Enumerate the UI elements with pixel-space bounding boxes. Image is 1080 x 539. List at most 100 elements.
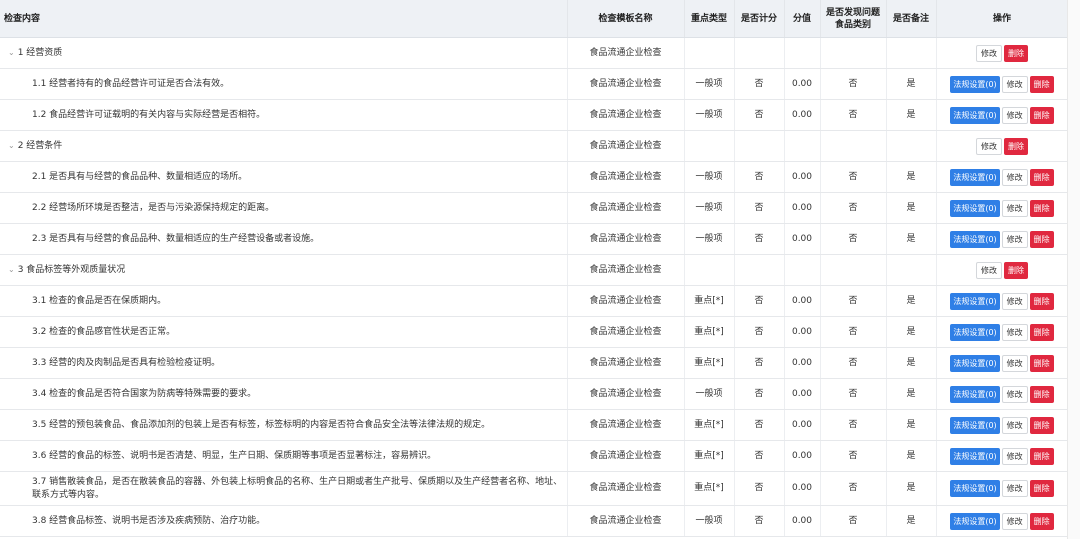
delete-button[interactable]: 删除 xyxy=(1029,199,1054,217)
edit-button[interactable]: 修改 xyxy=(1001,199,1028,217)
found-cell: 否 xyxy=(820,99,887,131)
delete-button[interactable]: 删除 xyxy=(1029,447,1054,465)
content-text: 3 食品标签等外观质量状况 xyxy=(17,265,126,275)
found-cell: 否 xyxy=(820,285,887,317)
content-text: 3.5 经营的预包装食品、食品添加剂的包装上是否有标签，标签标明的内容是否符合食… xyxy=(32,419,491,430)
law-settings-button[interactable]: 法规设置(0) xyxy=(950,106,1000,124)
group-row: ⌄ 3 食品标签等外观质量状况 食品流通企业检查 修改 删除 xyxy=(0,254,1069,286)
chevron-down-icon[interactable]: ⌄ xyxy=(8,139,15,152)
content-cell: 3.8 经营食品标签、说明书是否涉及疾病预防、治疗功能。 xyxy=(0,505,568,537)
delete-button[interactable]: 删除 xyxy=(1029,75,1054,93)
content-text: 3.8 经营食品标签、说明书是否涉及疾病预防、治疗功能。 xyxy=(32,515,266,526)
delete-button[interactable]: 删除 xyxy=(1029,168,1054,186)
law-settings-button[interactable]: 法规设置(0) xyxy=(950,512,1000,530)
content-cell: 2.3 是否具有与经营的食品品种、数量相适应的生产经营设备或者设施。 xyxy=(0,223,568,255)
content-text: 3.1 检查的食品是否在保质期内。 xyxy=(32,295,167,306)
delete-button[interactable]: 删除 xyxy=(1029,480,1054,497)
type-cell: 重点[*] xyxy=(684,440,735,472)
value-cell xyxy=(784,37,821,69)
law-settings-button[interactable]: 法规设置(0) xyxy=(950,480,1000,497)
content-text: 3.6 经营的食品的标签、说明书是否清楚、明显，生产日期、保质期等事项是否显著标… xyxy=(32,450,437,461)
edit-button[interactable]: 修改 xyxy=(1001,292,1028,310)
delete-button[interactable]: 删除 xyxy=(1004,137,1028,155)
edit-button[interactable]: 修改 xyxy=(1001,168,1028,186)
actions-cell: 法规设置(0) 修改 删除 xyxy=(936,409,1069,441)
delete-button[interactable]: 删除 xyxy=(1004,261,1028,279)
delete-button[interactable]: 删除 xyxy=(1029,385,1054,403)
edit-button[interactable]: 修改 xyxy=(976,137,1002,155)
type-cell xyxy=(684,130,735,162)
found-cell: 否 xyxy=(820,378,887,410)
content-cell: 3.2 检查的食品感官性状是否正常。 xyxy=(0,316,568,348)
edit-button[interactable]: 修改 xyxy=(1001,354,1028,372)
found-cell: 否 xyxy=(820,223,887,255)
template-cell: 食品流通企业检查 xyxy=(567,378,685,410)
delete-button[interactable]: 删除 xyxy=(1029,512,1054,530)
law-settings-button[interactable]: 法规设置(0) xyxy=(950,292,1000,310)
scored-cell: 否 xyxy=(734,505,785,537)
actions-cell: 法规设置(0) 修改 删除 xyxy=(936,471,1069,506)
law-settings-button[interactable]: 法规设置(0) xyxy=(950,447,1000,465)
scrollbar[interactable] xyxy=(1067,0,1080,539)
actions-cell: 法规设置(0) 修改 删除 xyxy=(936,440,1069,472)
value-cell: 0.00 xyxy=(784,471,821,506)
table-row: 3.6 经营的食品的标签、说明书是否清楚、明显，生产日期、保质期等事项是否显著标… xyxy=(0,440,1069,472)
value-cell: 0.00 xyxy=(784,161,821,193)
law-settings-button[interactable]: 法规设置(0) xyxy=(950,323,1000,341)
type-cell xyxy=(684,254,735,286)
scored-cell: 否 xyxy=(734,192,785,224)
delete-button[interactable]: 删除 xyxy=(1029,106,1054,124)
type-cell: 一般项 xyxy=(684,99,735,131)
chevron-down-icon[interactable]: ⌄ xyxy=(8,263,15,276)
content-cell: 1.2 食品经营许可证载明的有关内容与实际经营是否相符。 xyxy=(0,99,568,131)
law-settings-button[interactable]: 法规设置(0) xyxy=(950,230,1000,248)
template-cell: 食品流通企业检查 xyxy=(567,505,685,537)
scored-cell: 否 xyxy=(734,316,785,348)
edit-button[interactable]: 修改 xyxy=(1001,323,1028,341)
law-settings-button[interactable]: 法规设置(0) xyxy=(950,75,1000,93)
chevron-down-icon[interactable]: ⌄ xyxy=(8,46,15,59)
template-cell: 食品流通企业检查 xyxy=(567,37,685,69)
value-cell: 0.00 xyxy=(784,505,821,537)
template-cell: 食品流通企业检查 xyxy=(567,409,685,441)
law-settings-button[interactable]: 法规设置(0) xyxy=(950,168,1000,186)
actions-cell: 法规设置(0) 修改 删除 xyxy=(936,378,1069,410)
delete-button[interactable]: 删除 xyxy=(1004,44,1028,62)
edit-button[interactable]: 修改 xyxy=(1001,416,1028,434)
type-cell: 一般项 xyxy=(684,505,735,537)
delete-button[interactable]: 删除 xyxy=(1029,416,1054,434)
scored-cell: 否 xyxy=(734,99,785,131)
edit-button[interactable]: 修改 xyxy=(1001,512,1028,530)
delete-button[interactable]: 删除 xyxy=(1029,230,1054,248)
content-cell: ⌄ 3 食品标签等外观质量状况 xyxy=(0,254,568,286)
law-settings-button[interactable]: 法规设置(0) xyxy=(950,416,1000,434)
edit-button[interactable]: 修改 xyxy=(1001,447,1028,465)
template-cell: 食品流通企业检查 xyxy=(567,223,685,255)
found-cell: 否 xyxy=(820,68,887,100)
value-cell: 0.00 xyxy=(784,378,821,410)
law-settings-button[interactable]: 法规设置(0) xyxy=(950,385,1000,403)
remark-cell xyxy=(886,130,937,162)
delete-button[interactable]: 删除 xyxy=(1029,323,1054,341)
edit-button[interactable]: 修改 xyxy=(1001,480,1028,497)
type-cell xyxy=(684,37,735,69)
template-cell: 食品流通企业检查 xyxy=(567,347,685,379)
edit-button[interactable]: 修改 xyxy=(1001,106,1028,124)
table-row: 3.1 检查的食品是否在保质期内。 食品流通企业检查 重点[*] 否 0.00 否是法规设… xyxy=(0,285,1069,317)
delete-button[interactable]: 删除 xyxy=(1029,292,1054,310)
edit-button[interactable]: 修改 xyxy=(1001,385,1028,403)
found-cell: 否 xyxy=(820,161,887,193)
law-settings-button[interactable]: 法规设置(0) xyxy=(950,199,1000,217)
type-cell: 重点[*] xyxy=(684,409,735,441)
edit-button[interactable]: 修改 xyxy=(976,261,1002,279)
delete-button[interactable]: 删除 xyxy=(1029,354,1054,372)
edit-button[interactable]: 修改 xyxy=(976,44,1002,62)
header-scored: 是否计分 xyxy=(734,0,785,38)
law-settings-button[interactable]: 法规设置(0) xyxy=(950,354,1000,372)
edit-button[interactable]: 修改 xyxy=(1001,230,1028,248)
table-header: 检查内容 检查模板名称 重点类型 是否计分 分值 是否发现问题食品类别 是否备注… xyxy=(0,0,1069,38)
found-cell: 否 xyxy=(820,505,887,537)
remark-cell: 是 xyxy=(886,99,937,131)
value-cell: 0.00 xyxy=(784,285,821,317)
edit-button[interactable]: 修改 xyxy=(1001,75,1028,93)
